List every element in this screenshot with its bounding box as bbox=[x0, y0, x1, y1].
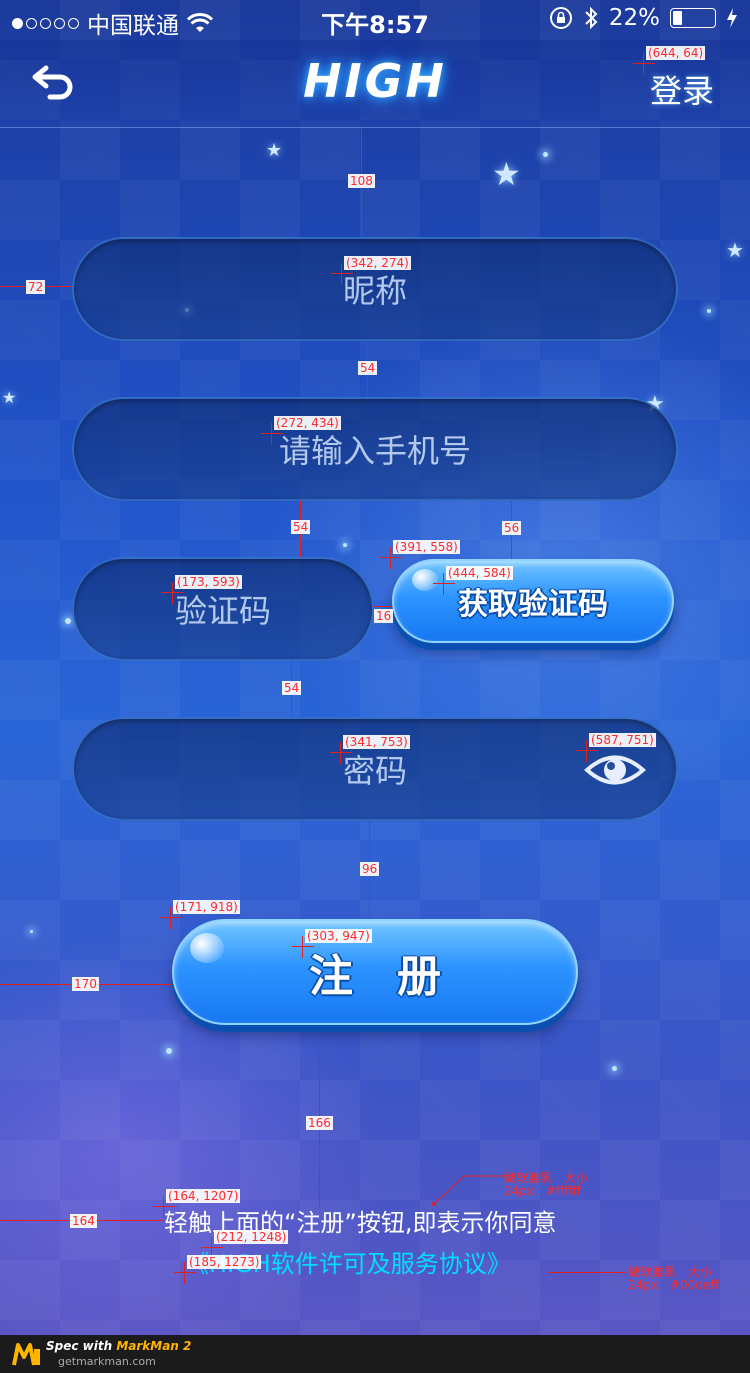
annotation-label: 54 bbox=[282, 681, 302, 695]
annotation-label: 16 bbox=[374, 609, 394, 623]
annotation-line bbox=[548, 1272, 626, 1273]
annotation-pointer bbox=[432, 1175, 508, 1206]
annotation-label: (173, 593) bbox=[175, 575, 242, 589]
button-gloss bbox=[190, 933, 224, 963]
annotation-label: (212, 1248) bbox=[214, 1230, 289, 1244]
get-code-label: 获取验证码 bbox=[458, 587, 608, 622]
font-note: 微软雅黑 大小 24px #ffffff bbox=[504, 1172, 588, 1198]
annotation-label: (342, 274) bbox=[344, 256, 411, 270]
annotation-label: (303, 947) bbox=[305, 929, 372, 943]
font-note-line: 24px #00deff bbox=[628, 1278, 719, 1292]
font-note: 微软雅黑 大小 24px #00deff bbox=[628, 1266, 719, 1292]
annotation-label: 72 bbox=[26, 280, 46, 294]
annotation-label: 54 bbox=[291, 520, 311, 534]
annotation-line bbox=[374, 606, 392, 607]
background-pattern bbox=[0, 0, 750, 1335]
sparkle-decoration bbox=[65, 618, 71, 624]
login-button[interactable]: 登录 bbox=[650, 66, 714, 112]
register-button[interactable]: 注 册 bbox=[172, 919, 578, 1025]
annotation-label: 170 bbox=[72, 977, 99, 991]
annotation-label: 56 bbox=[502, 521, 522, 535]
annotation-label: 108 bbox=[348, 174, 375, 188]
annotation-label: 54 bbox=[358, 361, 378, 375]
rotation-lock-icon bbox=[549, 7, 572, 29]
annotation-label: (644, 64) bbox=[646, 46, 706, 60]
status-bar: 中国联通 下午8:57 22% bbox=[0, 0, 750, 40]
markman-title: Spec with MarkMan 2 bbox=[46, 1339, 191, 1353]
annotation-label: (171, 918) bbox=[173, 900, 240, 914]
markman-footer: Spec with MarkMan 2 getmarkman.com bbox=[0, 1335, 750, 1373]
battery-percent: 22% bbox=[608, 5, 660, 31]
password-input[interactable]: 密码 bbox=[72, 717, 678, 821]
font-note-line: 24px #ffffff bbox=[504, 1184, 581, 1198]
status-right: 22% bbox=[549, 5, 738, 31]
phone-input[interactable]: 请输入手机号 bbox=[72, 397, 678, 501]
annotation-label: (444, 584) bbox=[446, 566, 513, 580]
annotation-label: (391, 558) bbox=[393, 540, 460, 554]
star-decoration: ★ bbox=[726, 238, 744, 262]
star-decoration: ★ bbox=[492, 155, 521, 193]
sparkle-decoration bbox=[612, 1066, 617, 1071]
battery-icon bbox=[670, 8, 716, 28]
verification-code-input[interactable]: 验证码 bbox=[72, 557, 374, 661]
register-label: 注 册 bbox=[309, 951, 441, 1002]
annotation-label: 96 bbox=[360, 862, 380, 876]
sparkle-decoration bbox=[707, 309, 711, 313]
phone-placeholder: 请输入手机号 bbox=[278, 432, 471, 470]
charging-icon bbox=[727, 8, 737, 28]
verification-code-placeholder: 验证码 bbox=[174, 592, 271, 630]
annotation-label: (185, 1273) bbox=[187, 1255, 262, 1269]
annotation-label: (272, 434) bbox=[274, 416, 341, 430]
sparkle-decoration bbox=[343, 543, 347, 547]
sparkle-decoration bbox=[30, 930, 33, 933]
get-code-button[interactable]: 获取验证码 bbox=[392, 559, 674, 643]
background: ★ ★ ★ ★ ★ bbox=[0, 0, 750, 1335]
nickname-input[interactable]: 昵称 bbox=[72, 237, 678, 341]
markman-logo-icon bbox=[12, 1343, 40, 1366]
star-decoration: ★ bbox=[266, 140, 283, 161]
markman-spec-with: Spec with bbox=[46, 1339, 117, 1353]
sparkle-decoration bbox=[166, 1048, 172, 1054]
annotation-label: 166 bbox=[306, 1116, 333, 1130]
markman-brand: MarkMan 2 bbox=[116, 1339, 192, 1353]
annotation-label: 164 bbox=[70, 1214, 97, 1228]
annotation-label: (341, 753) bbox=[343, 735, 410, 749]
star-decoration: ★ bbox=[2, 388, 17, 407]
bluetooth-icon bbox=[585, 6, 598, 30]
annotation-label: (164, 1207) bbox=[166, 1189, 241, 1203]
password-placeholder: 密码 bbox=[342, 752, 407, 790]
markman-site: getmarkman.com bbox=[58, 1355, 156, 1368]
sparkle-decoration bbox=[543, 152, 548, 157]
annotation-label: (587, 751) bbox=[589, 733, 656, 747]
